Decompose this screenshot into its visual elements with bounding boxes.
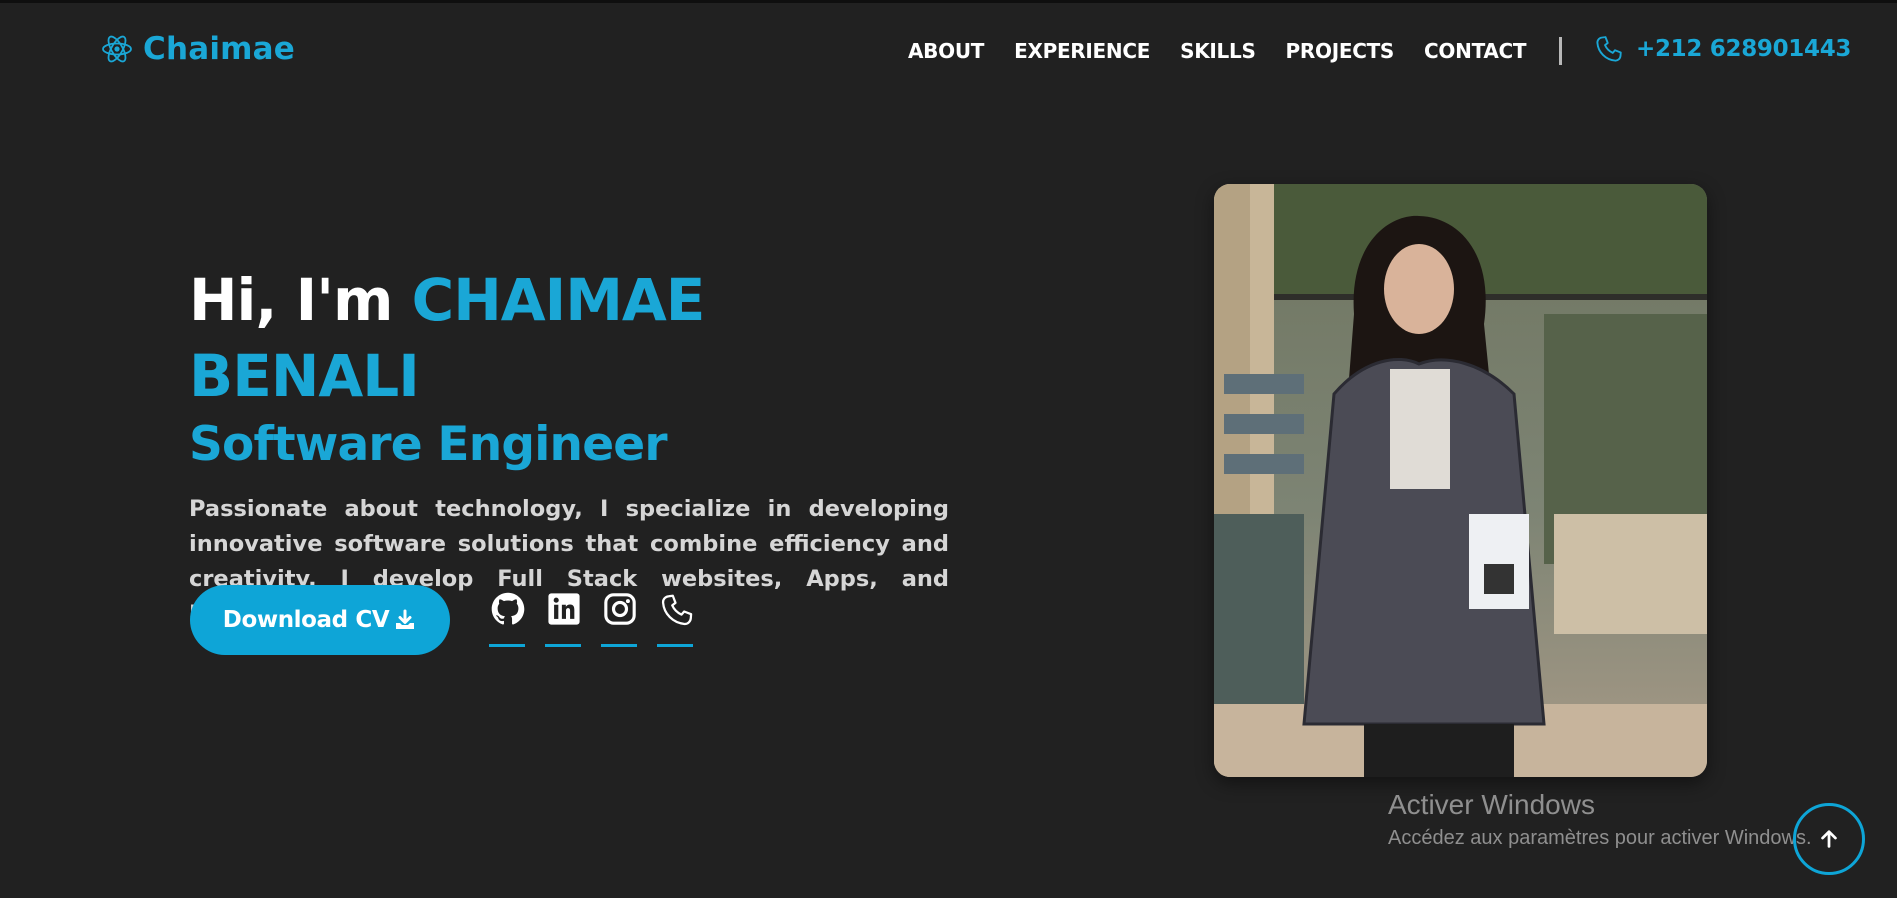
nav-link-skills[interactable]: SKILLS xyxy=(1180,39,1256,63)
instagram-icon xyxy=(604,593,636,625)
download-icon xyxy=(396,609,415,629)
phone-number: +212 628901443 xyxy=(1636,36,1852,62)
nav-divider xyxy=(1559,37,1562,65)
github-icon xyxy=(491,592,525,625)
github-link[interactable] xyxy=(489,590,525,647)
profile-photo xyxy=(1214,184,1707,777)
hero-section: Hi, I'm CHAIMAE BENALI Software Engineer… xyxy=(189,262,949,632)
greeting-text: Hi, I'm xyxy=(189,266,393,334)
linkedin-underline xyxy=(545,644,581,647)
nav-link-projects[interactable]: PROJECTS xyxy=(1286,39,1395,63)
brand-logo[interactable]: Chaimae xyxy=(101,31,295,67)
phone-link[interactable] xyxy=(657,590,693,647)
instagram-underline xyxy=(601,644,637,647)
navbar: Chaimae ABOUT EXPERIENCE SKILLS PROJECTS… xyxy=(0,3,1897,95)
linkedin-link[interactable] xyxy=(545,590,581,647)
hero-heading: Hi, I'm CHAIMAE BENALI xyxy=(189,262,949,414)
download-cv-label: Download CV xyxy=(222,607,390,633)
windows-activation-watermark: Activer Windows Accédez aux paramètres p… xyxy=(1388,789,1812,850)
phone-underline xyxy=(657,644,693,647)
brand-name: Chaimae xyxy=(143,31,296,67)
nav-link-experience[interactable]: EXPERIENCE xyxy=(1014,39,1150,63)
hero-role: Software Engineer xyxy=(189,417,668,472)
nav-link-contact[interactable]: CONTACT xyxy=(1424,39,1527,63)
arrow-up-icon xyxy=(1821,830,1837,848)
social-links xyxy=(489,590,693,647)
download-cv-button[interactable]: Download CV xyxy=(190,585,450,655)
github-underline xyxy=(489,644,525,647)
linkedin-icon xyxy=(548,593,580,625)
scroll-to-top-button[interactable] xyxy=(1793,803,1865,875)
watermark-subtitle: Accédez aux paramètres pour activer Wind… xyxy=(1388,827,1812,849)
watermark-title: Activer Windows xyxy=(1388,789,1595,820)
nav-phone[interactable]: +212 628901443 xyxy=(1594,34,1851,64)
phone-icon xyxy=(1596,36,1622,62)
nav-link-about[interactable]: ABOUT xyxy=(908,39,984,63)
phone-icon xyxy=(661,594,693,626)
main-menu: ABOUT EXPERIENCE SKILLS PROJECTS CONTACT xyxy=(908,39,1527,63)
react-atom-icon xyxy=(102,35,132,63)
instagram-link[interactable] xyxy=(601,590,637,647)
